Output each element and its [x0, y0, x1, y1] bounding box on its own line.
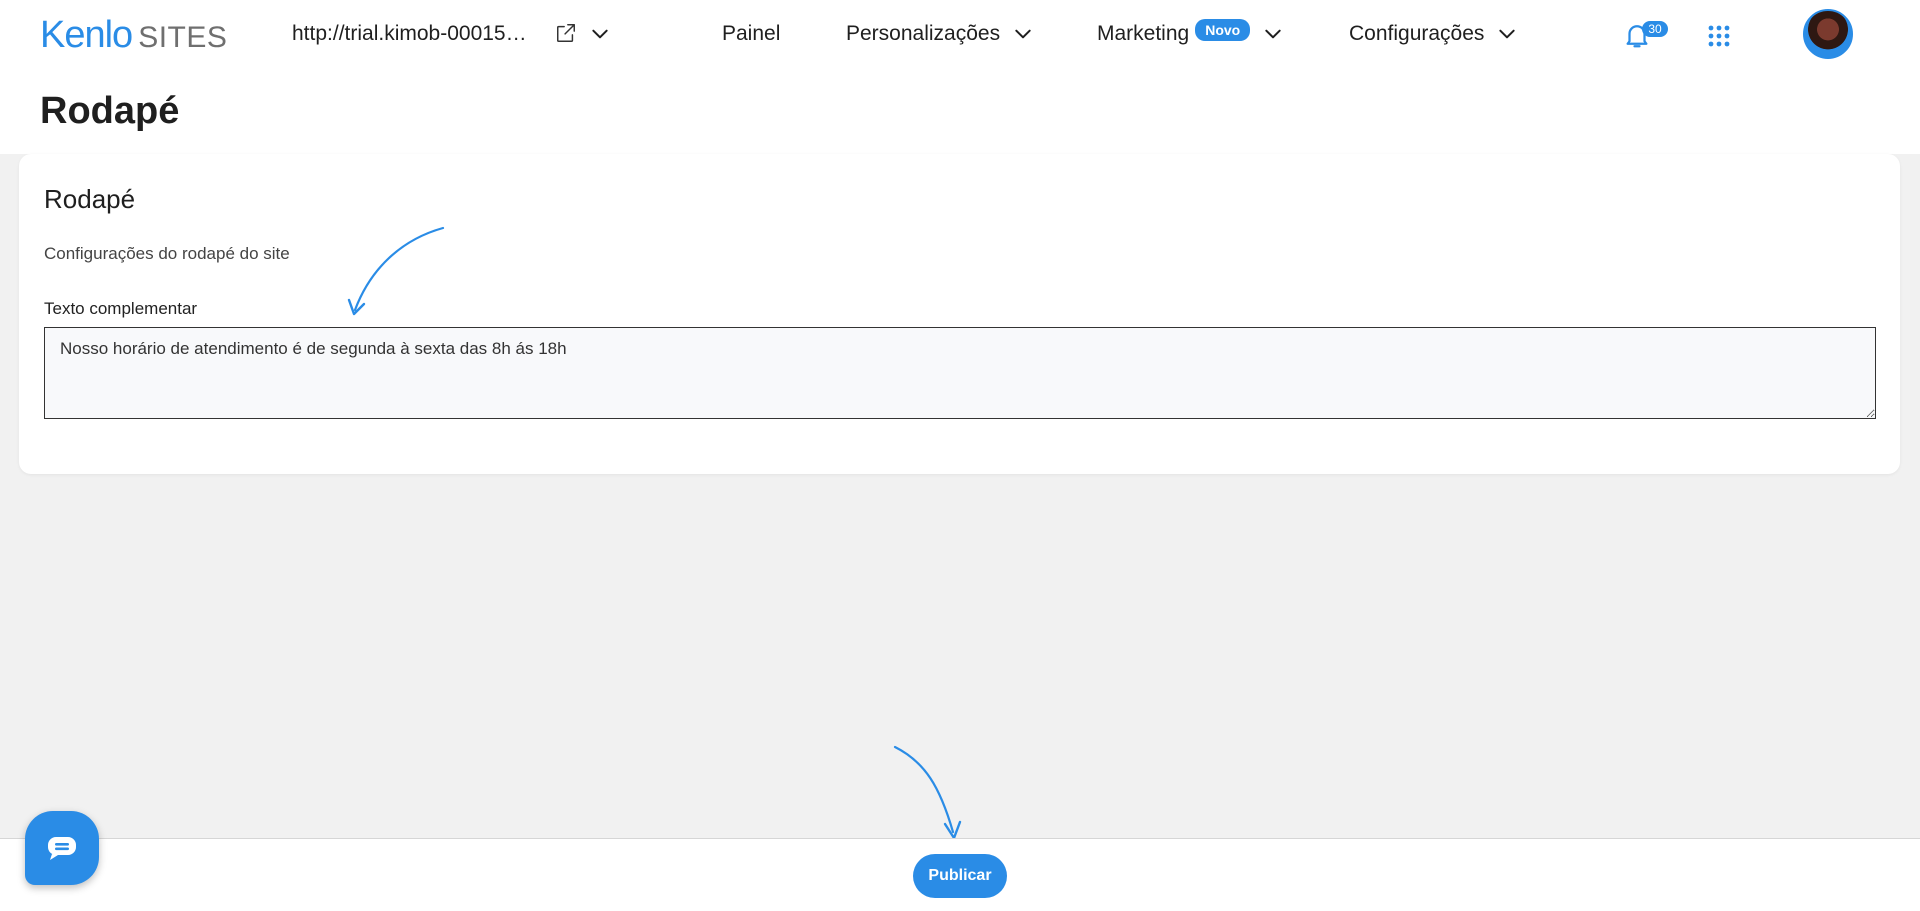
chevron-down-icon — [1499, 29, 1516, 39]
new-badge: Novo — [1195, 19, 1251, 41]
card-description: Configurações do rodapé do site — [44, 244, 290, 263]
nav-configuracoes[interactable]: Configurações — [1349, 22, 1518, 46]
logo-primary-text: Kenlo — [40, 14, 133, 56]
notification-count-badge: 30 — [1642, 21, 1668, 37]
page-header: Rodapé — [0, 70, 1920, 154]
nav-personalizacoes[interactable]: Personalizações — [846, 22, 1034, 46]
chevron-down-icon — [1015, 29, 1031, 39]
card-title: Rodapé — [44, 184, 136, 214]
annotation-arrow-icon — [893, 745, 962, 840]
nav-marketing-label: Marketing — [1097, 22, 1190, 45]
nav-configuracoes-label: Configurações — [1349, 22, 1485, 45]
complementary-text-field[interactable]: Nosso horário de atendimento é de segund… — [44, 327, 1876, 419]
publish-button[interactable]: Publicar — [913, 854, 1007, 898]
user-avatar[interactable] — [1803, 9, 1853, 59]
complementary-text-label: Texto complementar — [44, 299, 198, 318]
chat-button[interactable] — [25, 811, 99, 885]
footer-settings-card: Rodapé Configurações do rodapé do site T… — [19, 154, 1900, 474]
page-title: Rodapé — [40, 90, 180, 132]
site-url-link[interactable]: http://trial.kimob-0001524... — [292, 22, 537, 46]
bottom-action-bar: Publicar — [0, 838, 1920, 911]
nav-personalizacoes-label: Personalizações — [846, 22, 1001, 45]
chat-bubble-icon — [48, 837, 76, 860]
nav-painel-label: Painel — [722, 22, 781, 45]
kenlo-sites-logo[interactable]: Kenlo SITES — [40, 14, 228, 56]
site-select-chevron-down-icon[interactable] — [589, 24, 611, 44]
logo-secondary-text: SITES — [138, 21, 228, 54]
external-link-icon[interactable] — [555, 22, 577, 44]
top-navbar: Kenlo SITES http://trial.kimob-0001524..… — [0, 0, 1920, 70]
chevron-down-icon — [1265, 29, 1281, 39]
nav-painel[interactable]: Painel — [722, 22, 780, 46]
nav-marketing[interactable]: Marketing Novo — [1097, 19, 1284, 46]
apps-grid-icon[interactable] — [1707, 24, 1731, 48]
